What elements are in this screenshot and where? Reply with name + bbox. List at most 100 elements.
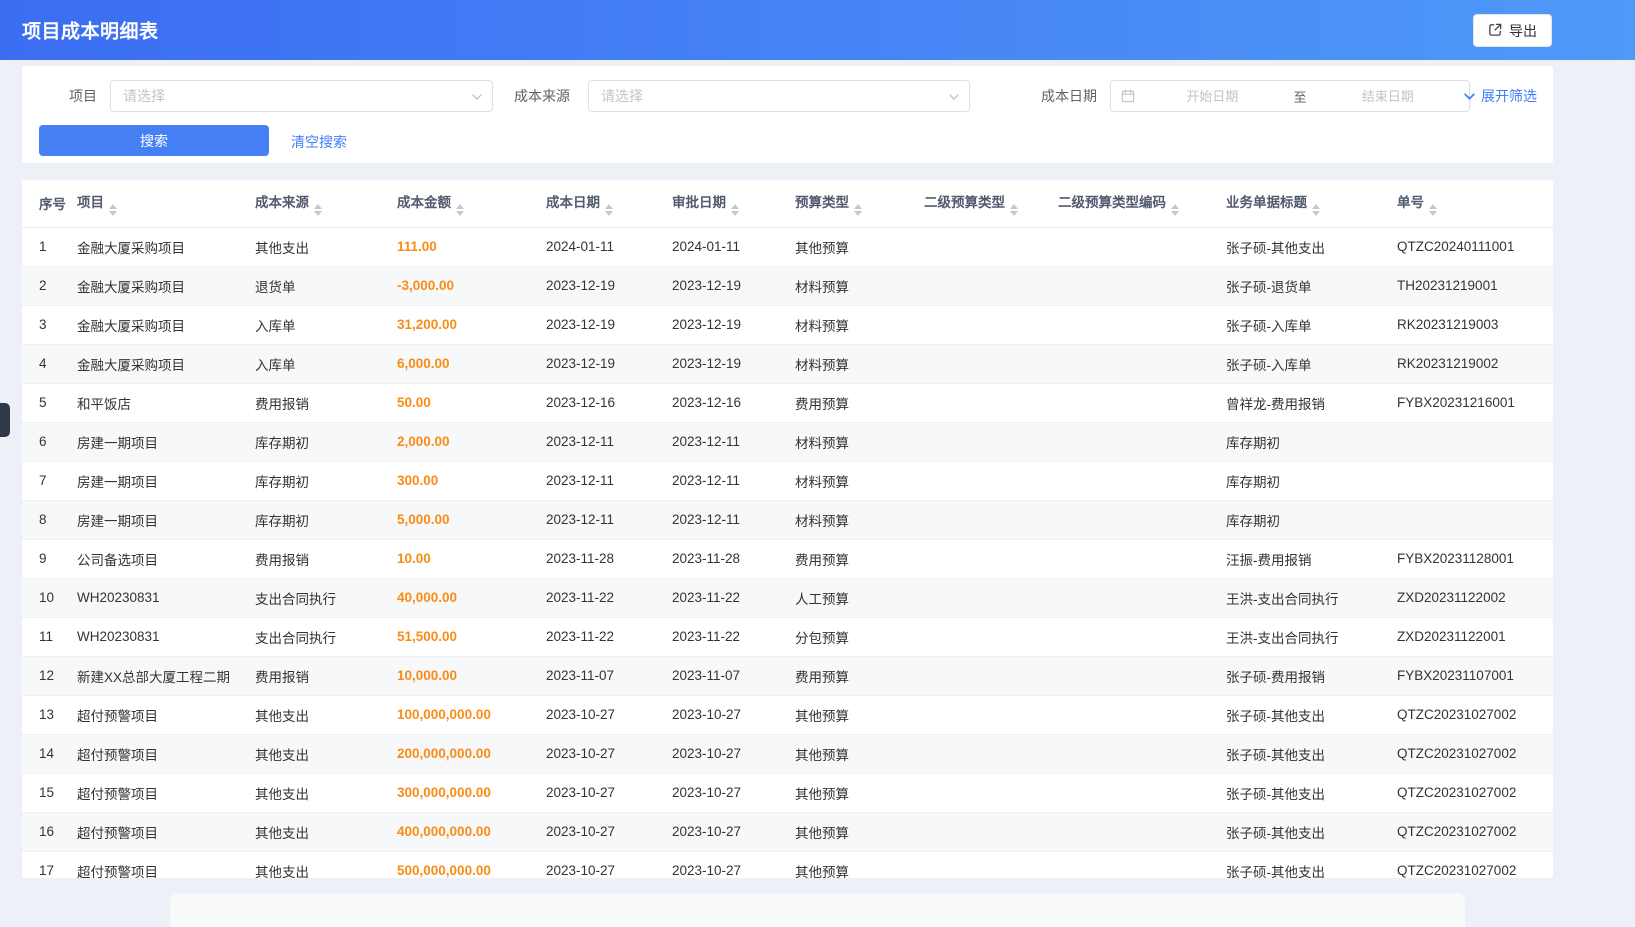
export-button[interactable]: 导出 (1473, 14, 1552, 47)
column-header-1[interactable]: 项目 (77, 180, 255, 227)
column-header-3[interactable]: 成本金额 (397, 180, 546, 227)
column-header-10[interactable]: 单号 (1397, 180, 1553, 227)
table-cell (924, 539, 1058, 578)
table-cell: 50.00 (397, 383, 546, 422)
sort-asc-icon[interactable] (1171, 204, 1179, 209)
table-cell: 材料预算 (795, 344, 924, 383)
table-cell: 张子硕-其他支出 (1226, 812, 1397, 851)
sort-asc-icon[interactable] (731, 204, 739, 209)
sort-desc-icon[interactable] (605, 211, 613, 216)
table-cell: 金融大厦采购项目 (77, 344, 255, 383)
table-cell: 51,500.00 (397, 617, 546, 656)
expand-filters-link[interactable]: 展开筛选 (1463, 86, 1537, 106)
table-cell: 1 (22, 227, 77, 266)
cost-source-select[interactable] (588, 80, 970, 112)
cost-date-range-picker[interactable]: 至 (1110, 80, 1470, 112)
sort-asc-icon[interactable] (605, 204, 613, 209)
table-cell: 其他支出 (255, 773, 397, 812)
table-cell (924, 851, 1058, 878)
table-cell: 2023-10-27 (672, 773, 795, 812)
sort-asc-icon[interactable] (1429, 204, 1437, 209)
table-cell: -3,000.00 (397, 266, 546, 305)
column-header-6[interactable]: 预算类型 (795, 180, 924, 227)
sort-asc-icon[interactable] (1010, 204, 1018, 209)
column-header-9[interactable]: 业务单据标题 (1226, 180, 1397, 227)
column-header-2[interactable]: 成本来源 (255, 180, 397, 227)
sort-icons[interactable] (854, 204, 862, 216)
table-cell: 张子硕-其他支出 (1226, 734, 1397, 773)
sort-icons[interactable] (1429, 204, 1437, 216)
sort-icons[interactable] (1312, 204, 1320, 216)
table-cell: 支出合同执行 (255, 617, 397, 656)
side-panel-handle[interactable] (0, 403, 10, 437)
sort-desc-icon[interactable] (456, 211, 464, 216)
search-button[interactable]: 搜索 (39, 125, 269, 156)
table-cell: 2023-10-27 (546, 734, 672, 773)
sort-desc-icon[interactable] (1312, 211, 1320, 216)
sort-icons[interactable] (109, 204, 117, 216)
table-cell: 2023-11-07 (546, 656, 672, 695)
table-cell (1058, 266, 1226, 305)
sort-asc-icon[interactable] (854, 204, 862, 209)
sort-desc-icon[interactable] (1429, 211, 1437, 216)
table-cell: 15 (22, 773, 77, 812)
table-cell: WH20230831 (77, 578, 255, 617)
sort-icons[interactable] (456, 204, 464, 216)
table-cell: 库存期初 (1226, 500, 1397, 539)
table-cell: 14 (22, 734, 77, 773)
export-button-label: 导出 (1509, 21, 1537, 41)
table-cell: 2023-10-27 (672, 695, 795, 734)
start-date-input[interactable] (1141, 89, 1284, 104)
sort-icons[interactable] (314, 204, 322, 216)
sort-icons[interactable] (1010, 204, 1018, 216)
sort-asc-icon[interactable] (314, 204, 322, 209)
table-cell: 9 (22, 539, 77, 578)
table-cell: 其他预算 (795, 734, 924, 773)
column-header-0: 序号 (22, 180, 77, 227)
column-label: 业务单据标题 (1226, 195, 1307, 210)
sort-asc-icon[interactable] (109, 204, 117, 209)
table-cell: 库存期初 (255, 422, 397, 461)
column-header-4[interactable]: 成本日期 (546, 180, 672, 227)
table-cell (1058, 539, 1226, 578)
sort-asc-icon[interactable] (1312, 204, 1320, 209)
column-header-7[interactable]: 二级预算类型 (924, 180, 1058, 227)
expand-filters-label: 展开筛选 (1481, 86, 1537, 106)
cost-date-filter-label: 成本日期 (1033, 86, 1097, 106)
end-date-input[interactable] (1317, 89, 1460, 104)
sort-icons[interactable] (605, 204, 613, 216)
cost-source-select-input[interactable] (589, 81, 969, 111)
sort-icons[interactable] (1171, 204, 1179, 216)
table-cell: 超付预警项目 (77, 851, 255, 878)
table-cell: 2023-10-27 (672, 851, 795, 878)
table-cell: 房建一期项目 (77, 422, 255, 461)
column-label: 预算类型 (795, 195, 849, 210)
table-cell: 2023-11-22 (672, 578, 795, 617)
column-header-8[interactable]: 二级预算类型编码 (1058, 180, 1226, 227)
cost-source-filter-label: 成本来源 (506, 86, 570, 106)
cost-date-filter: 成本日期 至 (1033, 80, 1470, 112)
sort-desc-icon[interactable] (854, 211, 862, 216)
sort-icons[interactable] (731, 204, 739, 216)
column-header-5[interactable]: 审批日期 (672, 180, 795, 227)
table-cell: 500,000,000.00 (397, 851, 546, 878)
sort-desc-icon[interactable] (109, 211, 117, 216)
table-cell (924, 578, 1058, 617)
sort-desc-icon[interactable] (731, 211, 739, 216)
table-cell: 其他预算 (795, 851, 924, 878)
cost-table-card: 序号项目成本来源成本金额成本日期审批日期预算类型 二级预算类型二级预算类型编码业务… (22, 180, 1553, 878)
sort-desc-icon[interactable] (1010, 211, 1018, 216)
chevron-down-icon (948, 91, 960, 103)
table-cell: 超付预警项目 (77, 812, 255, 851)
table-cell: 张子硕-其他支出 (1226, 773, 1397, 812)
table-cell: 300,000,000.00 (397, 773, 546, 812)
clear-search-link[interactable]: 清空搜索 (291, 132, 347, 152)
project-select[interactable] (110, 80, 493, 112)
table-cell: QTZC20231027002 (1397, 812, 1553, 851)
project-select-input[interactable] (111, 81, 492, 111)
sort-desc-icon[interactable] (314, 211, 322, 216)
sort-desc-icon[interactable] (1171, 211, 1179, 216)
filter-panel: 项目 成本来源 成本日期 (22, 66, 1553, 163)
table-cell: 17 (22, 851, 77, 878)
sort-asc-icon[interactable] (456, 204, 464, 209)
